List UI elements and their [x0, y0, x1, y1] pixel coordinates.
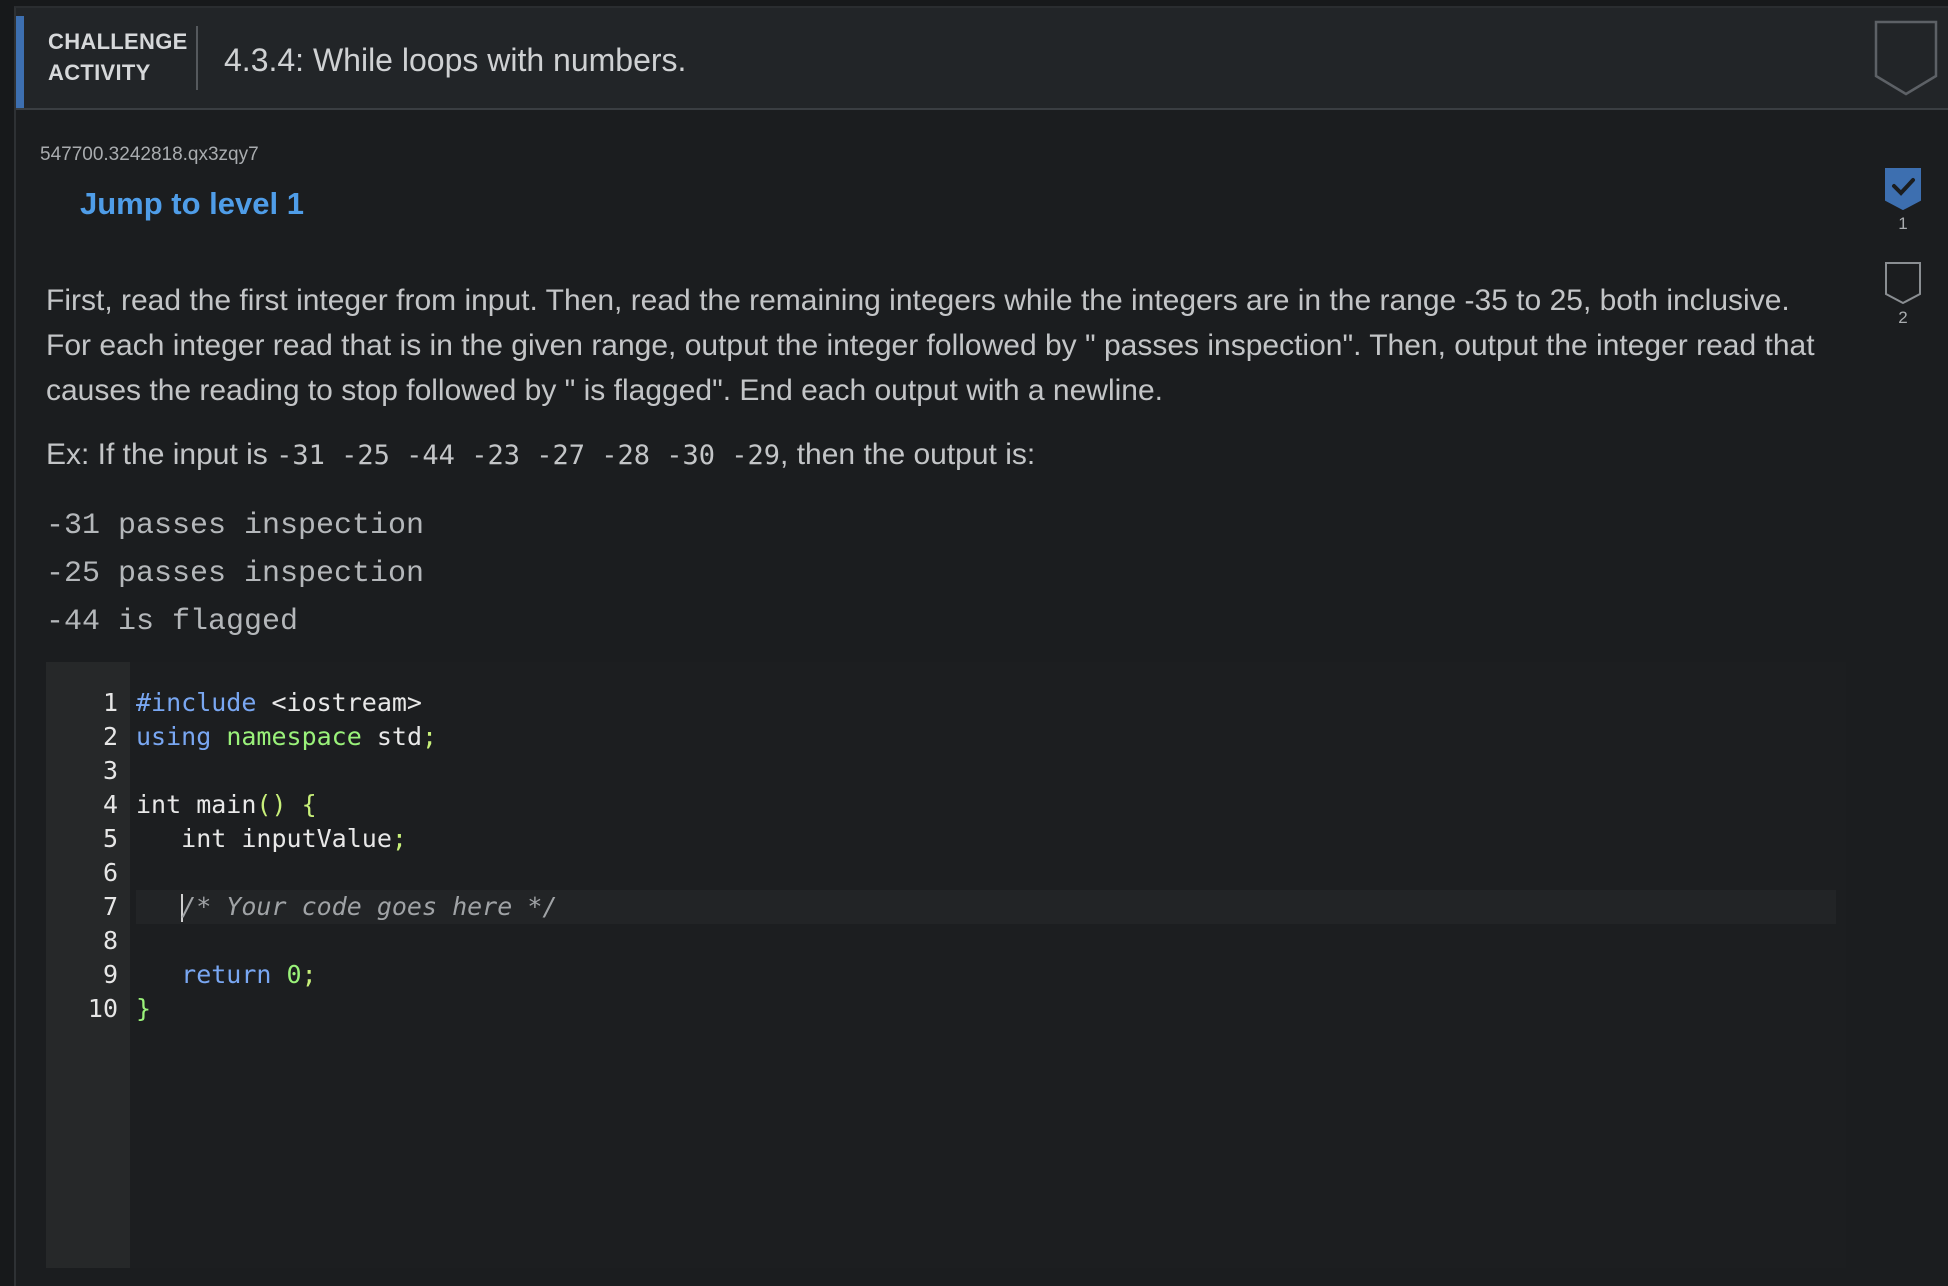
line-number: 6	[102, 858, 118, 887]
example-suffix: , then the output is:	[780, 438, 1036, 471]
activity-id: 547700.3242818.qx3zqy7	[40, 144, 259, 165]
keyword-return: return	[181, 960, 272, 989]
open-brace: {	[286, 790, 317, 819]
line-number: 7	[102, 892, 118, 921]
line-number: 1	[102, 688, 118, 717]
output-line: -31 passes inspection	[46, 509, 425, 543]
code-editor[interactable]: 1 2 3 4 5 6 7 8 9 10 #include <iostream>…	[46, 662, 1846, 1268]
code-line-10[interactable]: }	[136, 992, 1836, 1026]
line-number: 4	[102, 790, 118, 819]
level-1-indicator[interactable]: 1	[1878, 168, 1928, 234]
level-1-number: 1	[1898, 214, 1908, 233]
code-lines[interactable]: #include <iostream> using namespace std;…	[136, 686, 1836, 1026]
code-line-5[interactable]: int inputValue;	[136, 822, 1836, 856]
output-line: -25 passes inspection	[46, 557, 425, 591]
header-divider	[196, 26, 198, 90]
include-target: <iostream>	[256, 688, 422, 717]
preprocessor-directive: #include	[136, 688, 257, 717]
code-line-3[interactable]	[136, 754, 1836, 788]
namespace-name: std	[361, 722, 423, 751]
main-signature: int main	[136, 790, 257, 819]
instructions-text: First, read the first integer from input…	[46, 284, 1815, 407]
line-number-gutter: 1 2 3 4 5 6 7 8 9 10	[46, 662, 130, 1268]
line-number: 8	[102, 926, 118, 955]
code-line-2[interactable]: using namespace std;	[136, 720, 1836, 754]
semicolon: ;	[422, 722, 438, 751]
variable-declaration: int inputValue	[136, 824, 392, 853]
line-number: 5	[102, 824, 118, 853]
code-line-8[interactable]	[136, 924, 1836, 958]
line-number: 3	[102, 756, 118, 785]
activity-kind-label: CHALLENGE ACTIVITY	[48, 26, 188, 88]
keyword-using: using	[136, 722, 212, 751]
expected-output: -31 passes inspection -25 passes inspect…	[46, 502, 424, 646]
line-number: 2	[102, 722, 118, 751]
activity-header: CHALLENGE ACTIVITY 4.3.4: While loops wi…	[16, 8, 1948, 110]
activity-kind-line1: CHALLENGE	[48, 29, 188, 54]
check-icon	[1885, 168, 1921, 210]
code-line-9[interactable]: return 0;	[136, 958, 1836, 992]
code-line-6[interactable]	[136, 856, 1836, 890]
output-line: -44 is flagged	[46, 605, 299, 639]
empty-level-icon	[1885, 262, 1921, 304]
semicolon: ;	[391, 824, 407, 853]
example-text: Ex: If the input is -31 -25 -44 -23 -27 …	[46, 432, 1826, 478]
semicolon: ;	[301, 960, 317, 989]
return-value: 0	[286, 960, 302, 989]
challenge-panel: CHALLENGE ACTIVITY 4.3.4: While loops wi…	[14, 6, 1948, 1286]
code-comment: /* Your code goes here */	[181, 892, 558, 921]
activity-title: 4.3.4: While loops with numbers.	[224, 42, 687, 78]
line-number: 9	[102, 960, 118, 989]
code-line-1[interactable]: #include <iostream>	[136, 686, 1836, 720]
bookmark-icon[interactable]	[1874, 20, 1938, 96]
code-line-7[interactable]: /* Your code goes here */	[136, 890, 1836, 924]
close-brace: }	[136, 994, 152, 1023]
level-2-number: 2	[1898, 308, 1908, 327]
parens: ()	[256, 790, 287, 819]
keyword-namespace: namespace	[226, 722, 362, 751]
header-accent-bar	[16, 16, 24, 108]
line-number: 10	[87, 994, 118, 1023]
jump-to-level-link[interactable]: Jump to level 1	[80, 186, 304, 222]
activity-kind-line2: ACTIVITY	[48, 60, 151, 85]
example-input: -31 -25 -44 -23 -27 -28 -30 -29	[276, 440, 781, 471]
level-2-indicator[interactable]: 2	[1878, 262, 1928, 328]
example-prefix: Ex: If the input is	[46, 438, 277, 471]
code-line-4[interactable]: int main() {	[136, 788, 1836, 822]
